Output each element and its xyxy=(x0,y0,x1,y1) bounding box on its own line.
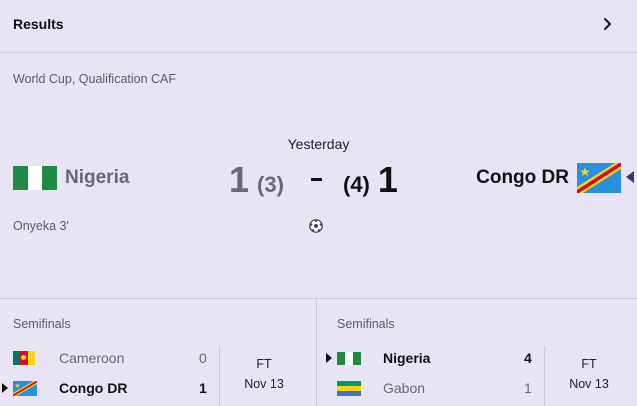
flag-cameroon-icon xyxy=(13,351,35,365)
status-label: FT xyxy=(256,357,272,371)
away-team[interactable]: Congo DR xyxy=(476,160,621,196)
competition-name: World Cup, Qualification CAF xyxy=(13,72,177,86)
team-name: Nigeria xyxy=(383,350,431,366)
team-row-gabon[interactable]: Gabon 1 xyxy=(337,378,537,398)
winner-marker-icon xyxy=(2,383,8,393)
team-score: 1 xyxy=(199,380,207,396)
stage-label: Semifinals xyxy=(337,317,395,331)
status-date: Nov 13 xyxy=(569,377,609,391)
column-divider xyxy=(316,299,317,406)
flag-nigeria-icon xyxy=(13,166,57,190)
team-row-nigeria[interactable]: Nigeria 4 xyxy=(326,348,537,368)
team-score: 0 xyxy=(199,350,207,366)
away-penalty-score: (4) xyxy=(343,172,370,197)
winner-marker-icon xyxy=(626,171,634,183)
results-header[interactable]: Results xyxy=(0,0,637,53)
team-name: Cameroon xyxy=(59,350,125,366)
flag-nigeria-icon xyxy=(337,351,361,365)
flag-congo-dr-icon xyxy=(577,163,621,193)
match-date: Yesterday xyxy=(287,136,350,152)
score-separator xyxy=(311,178,322,181)
home-team-name: Nigeria xyxy=(65,167,130,188)
away-score-value: 1 xyxy=(377,159,398,200)
status-label: FT xyxy=(581,357,597,371)
match-status: FT Nov 13 xyxy=(220,354,308,394)
flag-congo-dr-icon xyxy=(13,380,37,396)
team-row-congo-dr[interactable]: Congo DR 1 xyxy=(2,378,213,398)
team-score: 4 xyxy=(524,350,532,366)
away-score: (4) 1 xyxy=(343,159,398,201)
home-score-value: 1 xyxy=(229,159,250,200)
away-team-name: Congo DR xyxy=(476,167,569,188)
home-penalty-score: (3) xyxy=(257,172,284,197)
goal-scorer: Onyeka 3' xyxy=(13,219,69,233)
flag-gabon-icon xyxy=(337,380,361,396)
football-icon xyxy=(309,219,323,233)
section-divider xyxy=(0,298,637,299)
home-score: 1 (3) xyxy=(229,159,284,201)
status-date: Nov 13 xyxy=(244,377,284,391)
stage-label: Semifinals xyxy=(13,317,71,331)
chevron-right-icon[interactable] xyxy=(601,17,615,31)
results-title: Results xyxy=(13,16,64,32)
home-team[interactable]: Nigeria xyxy=(13,160,129,196)
team-score: 1 xyxy=(524,380,532,396)
match-status: FT Nov 13 xyxy=(545,354,633,394)
winner-marker-icon xyxy=(326,353,332,363)
team-name: Gabon xyxy=(383,380,426,396)
team-row-cameroon[interactable]: Cameroon 0 xyxy=(13,348,213,368)
team-name: Congo DR xyxy=(59,380,128,396)
